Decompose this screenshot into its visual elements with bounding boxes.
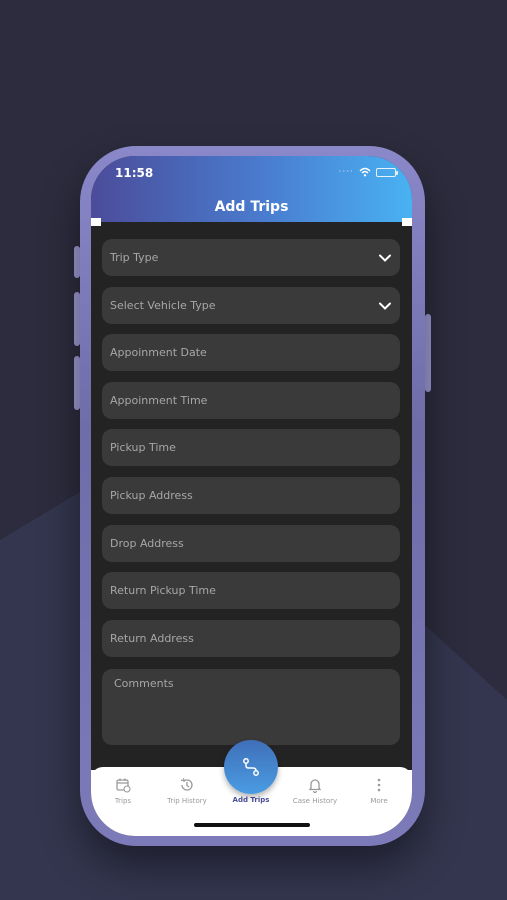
chevron-down-icon [379,254,391,262]
signal-icon: ···· [338,167,354,177]
status-time: 11:58 [115,166,154,180]
return-pickup-time-placeholder: Return Pickup Time [110,584,216,597]
appointment-time-placeholder: Appoinment Time [110,394,208,407]
return-pickup-time-field[interactable]: Return Pickup Time [102,572,400,609]
chevron-down-icon [379,302,391,310]
phone-power-button [425,314,431,392]
divider [91,218,101,226]
vehicle-type-label: Select Vehicle Type [110,299,216,312]
wifi-icon [359,167,371,177]
return-address-field[interactable]: Return Address [102,620,400,657]
tab-trip-history-label: Trip History [167,797,207,805]
divider [402,218,412,226]
pickup-address-field[interactable]: Pickup Address [102,477,400,514]
comments-placeholder: Comments [114,677,174,690]
pickup-time-field[interactable]: Pickup Time [102,429,400,466]
tab-add-trips-label: Add Trips [232,796,270,804]
tab-trips[interactable]: Trips [91,777,155,805]
appointment-date-placeholder: Appoinment Date [110,346,207,359]
page-title: Add Trips [214,199,289,215]
drop-address-field[interactable]: Drop Address [102,525,400,562]
return-address-placeholder: Return Address [110,632,194,645]
add-trip-fab[interactable] [224,740,278,794]
drop-address-placeholder: Drop Address [110,537,184,550]
home-indicator [194,823,310,827]
battery-icon [376,167,398,177]
vehicle-type-select[interactable]: Select Vehicle Type [102,287,400,324]
pickup-time-placeholder: Pickup Time [110,441,176,454]
tab-trips-label: Trips [114,797,132,805]
app-screen: 11:58 ···· Add Trips Trip Type Select Ve… [91,156,412,836]
pickup-address-placeholder: Pickup Address [110,489,193,502]
comments-textarea[interactable]: Comments [102,669,400,745]
route-icon [243,758,259,776]
more-vertical-icon [377,778,381,792]
trip-type-label: Trip Type [110,251,159,264]
trip-type-select[interactable]: Trip Type [102,239,400,276]
tab-add-trips[interactable]: Add Trips [219,796,283,804]
tab-trip-history[interactable]: Trip History [155,777,219,805]
history-icon [180,778,193,791]
appointment-date-field[interactable]: Appoinment Date [102,334,400,371]
status-icons: ···· [338,167,398,177]
appointment-time-field[interactable]: Appoinment Time [102,382,400,419]
bell-icon [308,779,322,793]
tab-more-label: More [370,797,388,805]
tab-more[interactable]: More [347,777,411,805]
calendar-icon [116,778,131,793]
tab-case-history-label: Case History [292,797,338,805]
app-header: 11:58 ···· Add Trips [91,156,412,222]
tab-case-history[interactable]: Case History [283,777,347,805]
